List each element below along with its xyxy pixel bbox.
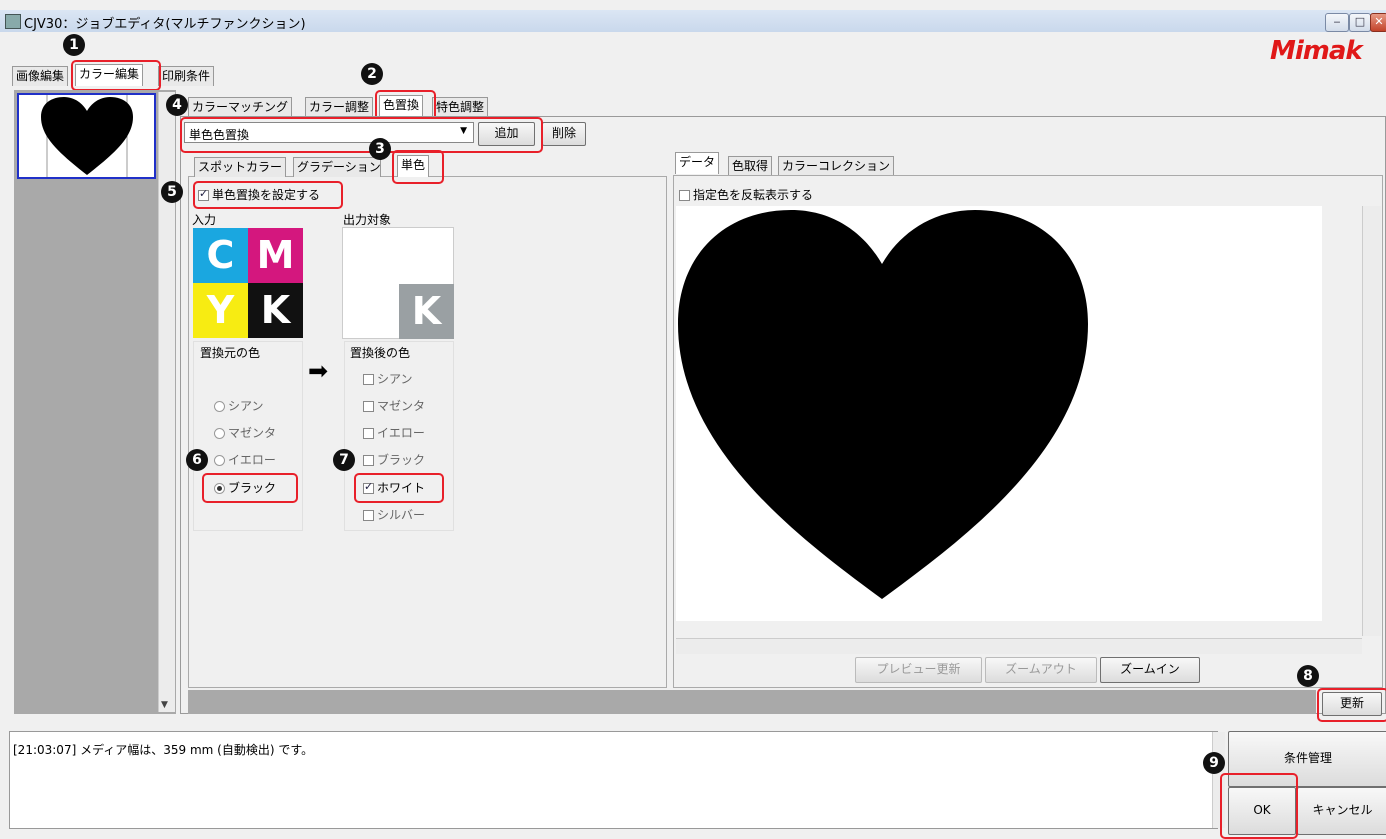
badge-4: 4 xyxy=(166,94,188,116)
tab-color-correction[interactable]: カラーコレクション xyxy=(778,156,895,176)
tab-data[interactable]: データ xyxy=(675,152,720,174)
highlight-box xyxy=(71,60,161,91)
badge-5: 5 xyxy=(161,181,183,203)
mimaki-logo: Mimak xyxy=(1270,36,1363,66)
preview-hscrollbar[interactable] xyxy=(676,638,1362,654)
title-bar: CJV30：ジョブエディタ(マルチファンクション) ‒ □ ✕ xyxy=(0,10,1386,32)
invert-label: 指定色を反転表示する xyxy=(693,188,814,202)
tab-image-edit[interactable]: 画像編集 xyxy=(12,66,69,86)
badge-3: 3 xyxy=(369,138,391,160)
ink-yellow: Y xyxy=(193,283,248,338)
preview-canvas[interactable] xyxy=(676,206,1322,621)
source-option-yellow[interactable]: イエロー xyxy=(214,451,276,468)
delete-button[interactable]: 削除 xyxy=(542,122,586,146)
preview-refresh-button[interactable]: プレビュー更新 xyxy=(855,657,982,683)
cancel-button[interactable]: キャンセル xyxy=(1297,787,1386,835)
source-group-label: 置換元の色 xyxy=(200,346,261,360)
tab-color-matching[interactable]: カラーマッチング xyxy=(188,97,293,117)
target-option-black[interactable]: ブラック xyxy=(363,451,425,468)
target-option-silver[interactable]: シルバー xyxy=(363,506,425,523)
log-area[interactable]: [21:03:07] メディア幅は、359 mm (自動検出) です。 xyxy=(9,731,1218,829)
target-option-yellow[interactable]: イエロー xyxy=(363,424,425,441)
ink-black: K xyxy=(248,283,303,338)
ink-magenta: M xyxy=(248,228,303,283)
highlight-box xyxy=(392,150,444,184)
target-group-label: 置換後の色 xyxy=(350,346,411,360)
ink-output-k: K xyxy=(399,284,454,339)
close-button[interactable]: ✕ xyxy=(1370,13,1386,32)
badge-6: 6 xyxy=(186,449,208,471)
tab-spot-adjust[interactable]: 特色調整 xyxy=(432,97,489,117)
tab-color-adjust[interactable]: カラー調整 xyxy=(305,97,374,117)
output-label: 出力対象 xyxy=(343,213,392,227)
ink-cyan: C xyxy=(193,228,248,283)
scroll-down-icon[interactable]: ▼ xyxy=(161,700,168,710)
heart-thumbnail-icon xyxy=(41,95,133,177)
highlight-box xyxy=(354,473,444,503)
badge-8: 8 xyxy=(1297,665,1319,687)
badge-7: 7 xyxy=(333,449,355,471)
tab-print-conditions[interactable]: 印刷条件 xyxy=(158,66,215,86)
highlight-box xyxy=(180,117,543,153)
maximize-button[interactable]: □ xyxy=(1349,13,1371,32)
status-strip xyxy=(188,690,1316,714)
invert-checkbox[interactable] xyxy=(679,190,690,201)
highlight-box xyxy=(1317,688,1386,722)
thumbnail-item[interactable] xyxy=(17,93,156,179)
badge-2: 2 xyxy=(361,63,383,85)
app-icon xyxy=(5,14,21,29)
log-message: [21:03:07] メディア幅は、359 mm (自動検出) です。 xyxy=(13,743,314,757)
preview-vscrollbar[interactable] xyxy=(1362,206,1381,636)
highlight-box xyxy=(1220,773,1298,839)
source-option-magenta[interactable]: マゼンタ xyxy=(214,424,276,441)
arrow-right-icon: ➡ xyxy=(308,357,329,385)
target-option-cyan[interactable]: シアン xyxy=(363,370,413,387)
highlight-box xyxy=(193,181,343,209)
thumbnail-pane xyxy=(14,90,176,714)
badge-9: 9 xyxy=(1203,752,1225,774)
highlight-box xyxy=(202,473,298,503)
invert-display-option[interactable]: 指定色を反転表示する xyxy=(679,186,813,203)
tab-spot-color[interactable]: スポットカラー xyxy=(194,157,287,177)
tab-color-pick[interactable]: 色取得 xyxy=(728,156,773,176)
tab-gradation[interactable]: グラデーション xyxy=(293,157,381,177)
minimize-button[interactable]: ‒ xyxy=(1325,13,1349,32)
zoom-in-button[interactable]: ズームイン xyxy=(1100,657,1200,683)
target-option-magenta[interactable]: マゼンタ xyxy=(363,397,425,414)
source-option-cyan[interactable]: シアン xyxy=(214,397,264,414)
zoom-out-button[interactable]: ズームアウト xyxy=(985,657,1097,683)
heart-preview-icon xyxy=(678,210,1088,599)
window-title: CJV30：ジョブエディタ(マルチファンクション) xyxy=(24,17,306,32)
badge-1: 1 xyxy=(63,34,85,56)
input-label: 入力 xyxy=(192,213,217,227)
